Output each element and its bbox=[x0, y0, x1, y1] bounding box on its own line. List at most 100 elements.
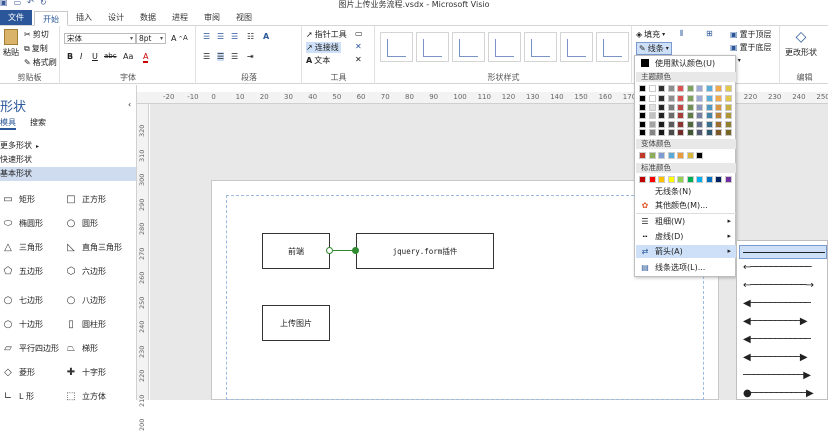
theme-shade-swatch[interactable] bbox=[715, 120, 722, 128]
redo-icon[interactable]: ↻ bbox=[40, 0, 47, 7]
menu-no-line[interactable]: 无线条(N) bbox=[636, 185, 736, 198]
shape-octagon[interactable]: ○ 八边形 bbox=[64, 295, 106, 306]
theme-shade-swatch[interactable] bbox=[724, 129, 732, 136]
align-top-button[interactable]: ☰ bbox=[203, 32, 210, 41]
save-icon[interactable]: ▭ bbox=[14, 0, 22, 7]
align-left-button[interactable]: ☰ bbox=[203, 52, 210, 61]
shrink-font-button[interactable]: A bbox=[183, 34, 188, 42]
pointer-tool-button[interactable]: ➚ 指针工具 bbox=[306, 29, 347, 40]
theme-shade-swatch[interactable] bbox=[648, 120, 656, 128]
theme-shade-swatch[interactable] bbox=[696, 129, 703, 136]
standard-color-swatch[interactable] bbox=[639, 176, 646, 183]
rectangle-tool-button[interactable]: ▭ bbox=[355, 29, 363, 38]
text-direction-button[interactable]: A bbox=[263, 32, 269, 41]
theme-shade-swatch[interactable] bbox=[667, 95, 675, 102]
undo-icon[interactable]: ↶ bbox=[27, 0, 34, 7]
variant-color-swatch[interactable] bbox=[667, 152, 675, 159]
variant-color-swatch[interactable] bbox=[696, 152, 703, 159]
standard-color-swatch[interactable] bbox=[648, 176, 656, 183]
theme-color-swatch[interactable] bbox=[715, 85, 722, 92]
shape-pentagon[interactable]: ⬠ 五边形 bbox=[1, 266, 43, 277]
theme-color-swatch[interactable] bbox=[696, 85, 703, 92]
theme-shade-swatch[interactable] bbox=[705, 112, 713, 119]
arrow-option-left-filled[interactable]: ◀──────────── bbox=[743, 299, 827, 309]
theme-shade-swatch[interactable] bbox=[648, 95, 656, 102]
indent-button[interactable]: ⇥ bbox=[247, 52, 254, 61]
standard-color-swatch[interactable] bbox=[705, 176, 713, 183]
shape-cylinder[interactable]: ▯ 圆柱形 bbox=[64, 319, 106, 330]
shape-style-2[interactable] bbox=[416, 32, 449, 62]
theme-color-swatch[interactable] bbox=[705, 85, 713, 92]
arrow-option-left-both[interactable]: ←───────────→ bbox=[743, 281, 827, 291]
theme-shade-swatch[interactable] bbox=[677, 95, 684, 102]
tab-process[interactable]: 进程 bbox=[164, 10, 196, 25]
shape-diamond[interactable]: ◇ 菱形 bbox=[1, 367, 35, 378]
connection-point-button[interactable]: ✕ bbox=[355, 55, 362, 64]
shape-right-triangle[interactable]: ◺ 直角三角形 bbox=[64, 242, 122, 253]
paste-button[interactable]: 粘贴 bbox=[3, 29, 19, 58]
theme-shade-swatch[interactable] bbox=[639, 120, 646, 128]
theme-shade-swatch[interactable] bbox=[724, 120, 732, 128]
italic-button[interactable]: I bbox=[80, 52, 82, 61]
theme-shade-swatch[interactable] bbox=[705, 120, 713, 128]
tab-data[interactable]: 数据 bbox=[132, 10, 164, 25]
bullets-button[interactable]: ☷ bbox=[247, 32, 254, 41]
theme-shade-swatch[interactable] bbox=[639, 95, 646, 102]
shape-heptagon[interactable]: ○ 七边形 bbox=[1, 295, 43, 306]
theme-color-swatch[interactable] bbox=[686, 85, 694, 92]
theme-shade-swatch[interactable] bbox=[658, 112, 665, 119]
theme-shade-swatch[interactable] bbox=[724, 112, 732, 119]
align-right-button[interactable]: ☰ bbox=[231, 52, 238, 61]
tab-insert[interactable]: 插入 bbox=[68, 10, 100, 25]
arrow-option-none[interactable] bbox=[743, 252, 825, 253]
arrow-option-dot[interactable]: ●───────────▶ bbox=[743, 389, 827, 399]
tab-view[interactable]: 视图 bbox=[228, 10, 260, 25]
theme-shade-swatch[interactable] bbox=[658, 103, 665, 111]
standard-color-swatch[interactable] bbox=[677, 176, 684, 183]
theme-shade-swatch[interactable] bbox=[648, 103, 656, 111]
shape-parallelogram[interactable]: ▱ 平行四边形 bbox=[1, 343, 59, 354]
font-name-combo[interactable]: 宋体 ▾ bbox=[64, 33, 136, 44]
theme-shade-swatch[interactable] bbox=[677, 112, 684, 119]
theme-shade-swatch[interactable] bbox=[724, 95, 732, 102]
tab-file[interactable]: 文件 bbox=[0, 10, 32, 25]
arrow-option-right[interactable]: ────────────▶ bbox=[743, 371, 827, 381]
theme-shade-swatch[interactable] bbox=[667, 103, 675, 111]
tab-search[interactable]: 搜索 bbox=[30, 117, 46, 130]
line-button[interactable]: ✎ 线条 ▾ bbox=[636, 42, 672, 55]
shape-l-shape[interactable]: ∟ L 形 bbox=[1, 391, 34, 402]
tab-home[interactable]: 开始 bbox=[34, 11, 68, 26]
strikethrough-button[interactable]: abc bbox=[104, 52, 117, 60]
theme-shade-swatch[interactable] bbox=[639, 103, 646, 111]
shape-square[interactable]: □ 正方形 bbox=[64, 194, 106, 205]
tab-review[interactable]: 审阅 bbox=[196, 10, 228, 25]
align-bottom-button[interactable]: ☰ bbox=[231, 32, 238, 41]
shape-jquery-form[interactable]: jquery.form插件 bbox=[356, 233, 494, 269]
theme-shade-swatch[interactable] bbox=[639, 112, 646, 119]
fill-button[interactable]: ◈ 填充 ▾ bbox=[636, 29, 665, 40]
underline-button[interactable]: U bbox=[92, 52, 98, 61]
theme-shade-swatch[interactable] bbox=[724, 103, 732, 111]
collapse-panel-icon[interactable]: ‹ bbox=[128, 100, 131, 109]
shape-rectangle[interactable]: ▭ 矩形 bbox=[1, 194, 35, 205]
bold-button[interactable]: B bbox=[67, 52, 73, 61]
variant-color-swatch[interactable] bbox=[677, 152, 684, 159]
theme-shade-swatch[interactable] bbox=[667, 120, 675, 128]
arrow-option-left[interactable]: ←──────────── bbox=[743, 263, 827, 273]
change-case-button[interactable]: Aa bbox=[123, 52, 133, 61]
shape-style-7[interactable] bbox=[596, 32, 629, 62]
theme-shade-swatch[interactable] bbox=[715, 95, 722, 102]
theme-color-swatch[interactable] bbox=[639, 85, 646, 92]
menu-weight[interactable]: ☰ 粗细(W) ▸ bbox=[636, 215, 736, 228]
theme-shade-swatch[interactable] bbox=[696, 120, 703, 128]
menu-dash[interactable]: ┅ 虚线(D) ▸ bbox=[636, 230, 736, 243]
text-tool-button[interactable]: A 文本 bbox=[306, 55, 330, 66]
align-middle-button[interactable]: ☰ bbox=[217, 32, 224, 41]
shape-triangle[interactable]: △ 三角形 bbox=[1, 242, 43, 253]
variant-color-swatch[interactable] bbox=[639, 152, 646, 159]
theme-shade-swatch[interactable] bbox=[705, 129, 713, 136]
copy-button[interactable]: ⧉ 复制 bbox=[24, 43, 48, 54]
shape-style-5[interactable] bbox=[524, 32, 557, 62]
theme-shade-swatch[interactable] bbox=[715, 129, 722, 136]
shape-frontend[interactable]: 前端 bbox=[262, 233, 330, 269]
